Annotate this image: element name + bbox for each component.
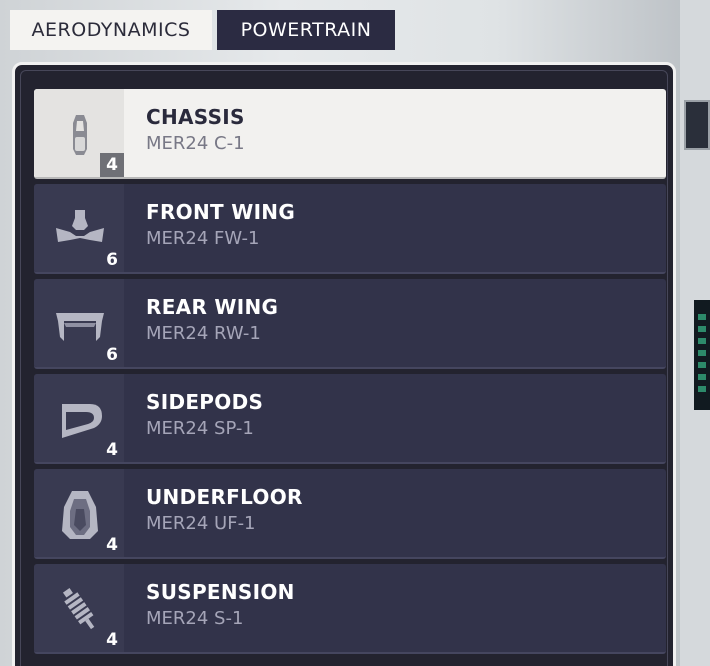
part-code: MER24 C-1 xyxy=(146,133,245,154)
part-code: MER24 SP-1 xyxy=(146,418,254,439)
part-name: FRONT WING xyxy=(146,200,296,224)
part-row-underfloor[interactable]: 4 UNDERFLOOR MER24 UF-1 xyxy=(34,469,666,559)
sidepods-icon xyxy=(62,404,102,438)
part-name: UNDERFLOOR xyxy=(146,485,303,509)
suspension-icon xyxy=(62,588,95,630)
part-code: MER24 S-1 xyxy=(146,608,244,629)
tab-powertrain[interactable]: POWERTRAIN xyxy=(217,10,395,50)
background-window xyxy=(684,100,710,150)
rear-wing-icon xyxy=(56,313,104,341)
part-code: MER24 RW-1 xyxy=(146,323,261,344)
chassis-icon xyxy=(73,115,87,155)
part-code: MER24 FW-1 xyxy=(146,228,260,249)
underfloor-icon xyxy=(62,491,98,539)
tab-aerodynamics[interactable]: AERODYNAMICS xyxy=(10,10,212,50)
part-name: SIDEPODS xyxy=(146,390,264,414)
background-screen xyxy=(694,300,710,410)
part-row-chassis[interactable]: 4 CHASSIS MER24 C-1 xyxy=(34,89,666,179)
part-count: 4 xyxy=(106,440,118,460)
parts-list: 4 CHASSIS MER24 C-1 6 FRONT WING MER24 F… xyxy=(34,89,666,659)
part-code: MER24 UF-1 xyxy=(146,513,256,534)
part-name: CHASSIS xyxy=(146,105,245,129)
part-count: 6 xyxy=(106,250,118,270)
part-name: SUSPENSION xyxy=(146,580,295,604)
part-row-front-wing[interactable]: 6 FRONT WING MER24 FW-1 xyxy=(34,184,666,274)
part-row-sidepods[interactable]: 4 SIDEPODS MER24 SP-1 xyxy=(34,374,666,464)
front-wing-icon xyxy=(56,210,104,242)
part-count: 4 xyxy=(106,535,118,555)
part-row-suspension[interactable]: 4 SUSPENSION MER24 S-1 xyxy=(34,564,666,654)
part-row-rear-wing[interactable]: 6 REAR WING MER24 RW-1 xyxy=(34,279,666,369)
part-name: REAR WING xyxy=(146,295,279,319)
part-count: 4 xyxy=(100,153,124,177)
part-count: 6 xyxy=(106,345,118,365)
part-count: 4 xyxy=(106,630,118,650)
